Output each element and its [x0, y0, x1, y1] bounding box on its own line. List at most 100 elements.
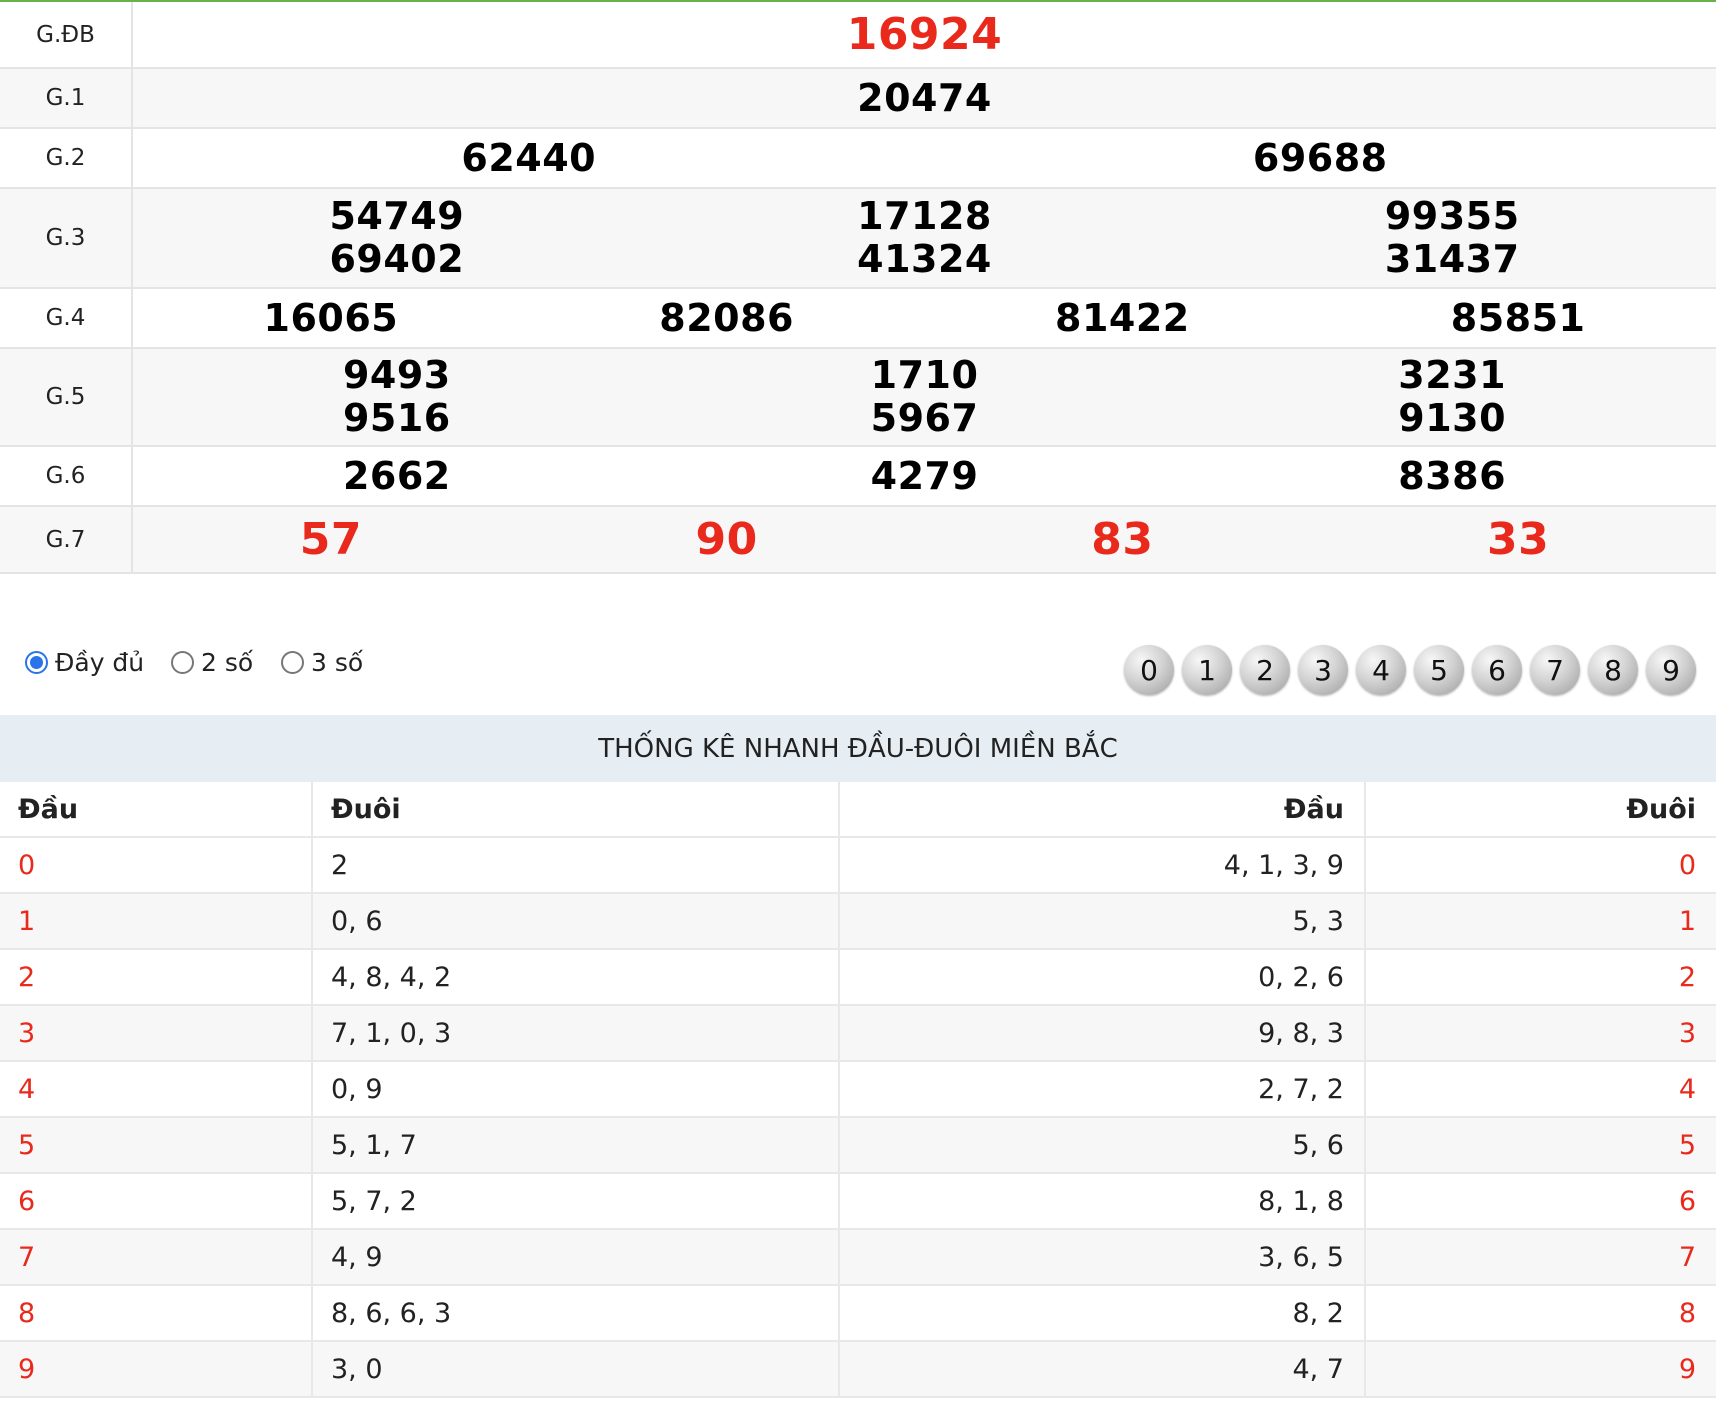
table-row: 9 3, 0 4, 79 — [0, 1342, 1716, 1398]
prize-number: 33 — [1487, 514, 1550, 565]
digit-ball-6[interactable]: 6 — [1472, 645, 1522, 695]
prize-label: G.ĐB — [0, 2, 133, 67]
prize-number: 9130 — [1398, 396, 1507, 440]
prize-number: 8386 — [1398, 453, 1507, 498]
radio-unchecked-icon[interactable] — [171, 651, 194, 674]
table-row: 8 8, 6, 6, 3 8, 28 — [0, 1286, 1716, 1342]
header-head: Đầu — [840, 782, 1366, 836]
prize-number: 16065 — [263, 295, 399, 340]
table-row: 3 7, 1, 0, 3 9, 8, 33 — [0, 1006, 1716, 1062]
head-values: 4, 1, 3, 9 — [840, 838, 1366, 892]
prize-row-special: G.ĐB 16924 — [0, 2, 1716, 69]
radio-unchecked-icon[interactable] — [281, 651, 304, 674]
prize-label: G.7 — [0, 507, 133, 572]
tail-values: 0, 6 — [313, 894, 840, 948]
tail-digit: 9 — [1678, 1353, 1696, 1385]
digit-ball-0[interactable]: 0 — [1124, 645, 1174, 695]
tail-values: 0, 9 — [313, 1062, 840, 1116]
table-row: 0 2 4, 1, 3, 90 — [0, 838, 1716, 894]
digit-ball-4[interactable]: 4 — [1356, 645, 1406, 695]
radio-three-digits[interactable]: 3 số — [281, 648, 363, 677]
table-row: 2 4, 8, 4, 2 0, 2, 62 — [0, 950, 1716, 1006]
tail-digit: 1 — [1678, 905, 1696, 937]
prize-label: G.5 — [0, 349, 133, 445]
head-values: 5, 3 — [840, 894, 1366, 948]
prize-label: G.4 — [0, 289, 133, 347]
prize-row-6: G.6 2662 4279 8386 — [0, 447, 1716, 507]
prize-number: 62440 — [461, 135, 597, 180]
prize-row-7: G.7 57 90 83 33 — [0, 507, 1716, 574]
prize-number: 17128 — [857, 194, 992, 238]
prize-number: 4279 — [870, 453, 979, 498]
head-digit: 7 — [0, 1230, 313, 1284]
radio-checked-icon[interactable] — [25, 651, 48, 674]
digit-ball-3[interactable]: 3 — [1298, 645, 1348, 695]
tail-values: 2 — [313, 838, 840, 892]
table-row: 5 5, 1, 7 5, 65 — [0, 1118, 1716, 1174]
tail-digit: 3 — [1678, 1017, 1696, 1049]
table-row: 6 5, 7, 2 8, 1, 86 — [0, 1174, 1716, 1230]
results-table: G.ĐB 16924 G.1 20474 G.2 62440 69688 G.3… — [0, 2, 1716, 574]
head-digit: 2 — [0, 950, 313, 1004]
tail-digit: 4 — [1678, 1073, 1696, 1105]
prize-label: G.3 — [0, 189, 133, 287]
tail-digit: 0 — [1678, 849, 1696, 881]
prize-row-1: G.1 20474 — [0, 69, 1716, 129]
prize-row-5: G.5 9493 9516 1710 5967 3231 9130 — [0, 349, 1716, 447]
digit-ball-1[interactable]: 1 — [1182, 645, 1232, 695]
prize-number: 3231 — [1398, 353, 1507, 397]
prize-number: 83 — [1091, 514, 1154, 565]
radio-three-label: 3 số — [311, 648, 364, 677]
tail-digit: 2 — [1678, 961, 1696, 993]
digit-ball-5[interactable]: 5 — [1414, 645, 1464, 695]
head-digit: 1 — [0, 894, 313, 948]
prize-number: 69402 — [329, 237, 465, 281]
tail-values: 5, 1, 7 — [313, 1118, 840, 1172]
prize-number: 54749 — [329, 194, 465, 238]
prize-label: G.2 — [0, 129, 133, 187]
radio-full[interactable]: Đầy đủ — [25, 648, 144, 677]
prize-number: 57 — [299, 514, 362, 565]
head-values: 4, 7 — [840, 1342, 1366, 1396]
radio-full-label: Đầy đủ — [55, 648, 145, 677]
prize-row-3: G.3 54749 69402 17128 41324 99355 31437 — [0, 189, 1716, 289]
tail-digit: 7 — [1678, 1241, 1696, 1273]
prize-number: 41324 — [857, 237, 992, 281]
table-row: 7 4, 9 3, 6, 57 — [0, 1230, 1716, 1286]
head-values: 3, 6, 5 — [840, 1230, 1366, 1284]
prize-label: G.6 — [0, 447, 133, 505]
prize-number: 99355 — [1384, 194, 1520, 238]
head-tail-stats-table: Đầu Đuôi Đầu Đuôi 0 2 4, 1, 3, 9 0 1 0, 6 5, 3… — [0, 782, 1716, 1398]
head-values: 2, 7, 2 — [840, 1062, 1366, 1116]
head-digit: 6 — [0, 1174, 313, 1228]
tail-values: 3, 0 — [313, 1342, 840, 1396]
tail-values: 8, 6, 6, 3 — [313, 1286, 840, 1340]
header-tail: Đuôi — [313, 782, 840, 836]
head-digit: 8 — [0, 1286, 313, 1340]
prize-number: 5967 — [870, 396, 979, 440]
prize-number: 31437 — [1384, 237, 1520, 281]
head-values: 5, 6 — [840, 1118, 1366, 1172]
prize-number: 1710 — [870, 353, 979, 397]
tail-values: 5, 7, 2 — [313, 1174, 840, 1228]
prize-row-2: G.2 62440 69688 — [0, 129, 1716, 189]
head-digit: 5 — [0, 1118, 313, 1172]
head-digit: 9 — [0, 1342, 313, 1396]
digit-ball-9[interactable]: 9 — [1646, 645, 1696, 695]
tail-values: 7, 1, 0, 3 — [313, 1006, 840, 1060]
tail-values: 4, 9 — [313, 1230, 840, 1284]
digit-ball-8[interactable]: 8 — [1588, 645, 1638, 695]
header-tail: Đuôi — [1626, 793, 1696, 825]
head-values: 8, 2 — [840, 1286, 1366, 1340]
digit-ball-2[interactable]: 2 — [1240, 645, 1290, 695]
tail-digit: 6 — [1678, 1185, 1696, 1217]
prize-number: 2662 — [342, 453, 451, 498]
digit-filter-balls: 0 1 2 3 4 5 6 7 8 9 — [1116, 645, 1696, 695]
head-digit: 3 — [0, 1006, 313, 1060]
prize-number: 90 — [695, 514, 758, 565]
stats-header-row: Đầu Đuôi Đầu Đuôi — [0, 782, 1716, 838]
digit-ball-7[interactable]: 7 — [1530, 645, 1580, 695]
head-values: 0, 2, 6 — [840, 950, 1366, 1004]
head-digit: 0 — [0, 838, 313, 892]
radio-two-digits[interactable]: 2 số — [171, 648, 253, 677]
